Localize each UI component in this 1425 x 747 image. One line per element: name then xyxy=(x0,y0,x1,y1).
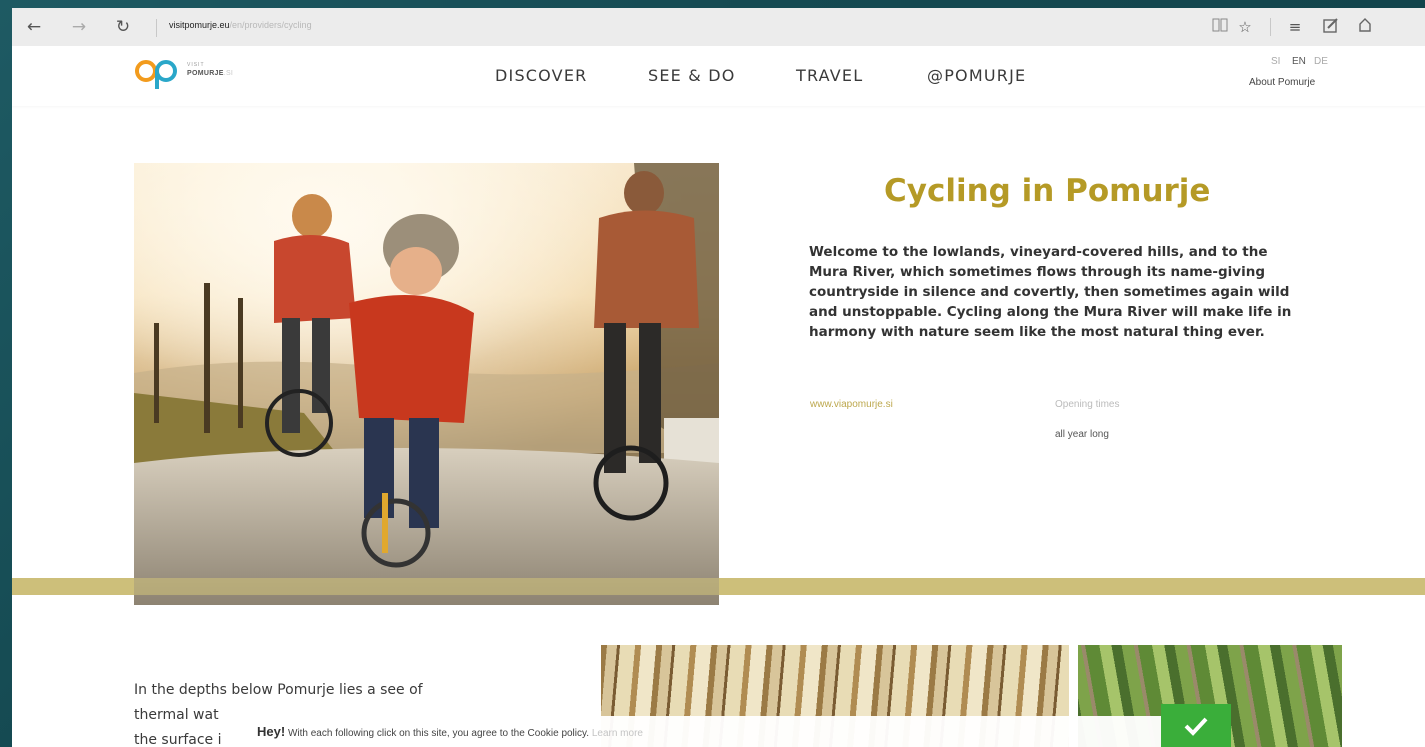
cookie-banner: Hey! With each following click on this s… xyxy=(253,716,1173,747)
address-path: /en/providers/cycling xyxy=(229,20,312,30)
browser-window: ← → ↻ visitpomurje.eu/en/providers/cycli… xyxy=(12,8,1425,747)
nav-discover[interactable]: DISCOVER xyxy=(495,66,587,85)
address-separator xyxy=(156,19,157,37)
opening-times-label: Opening times xyxy=(1055,399,1120,410)
cookie-message-text: With each following click on this site, … xyxy=(285,728,592,739)
logo-mark-icon xyxy=(135,60,177,89)
cookie-hey: Hey! xyxy=(257,724,286,739)
site-header: VISIT POMURJE.SI DISCOVER SEE & DO TRAVE… xyxy=(12,46,1425,106)
nav-see-and-do[interactable]: SEE & DO xyxy=(648,66,736,85)
lang-en[interactable]: EN xyxy=(1292,56,1306,67)
lang-si[interactable]: SI xyxy=(1271,56,1280,67)
hero-photo xyxy=(134,163,719,605)
browser-toolbar: ← → ↻ visitpomurje.eu/en/providers/cycli… xyxy=(12,8,1425,47)
cookie-message: Hey! With each following click on this s… xyxy=(257,724,643,739)
nav-pomurje[interactable]: @POMURJE xyxy=(927,66,1026,85)
page-title: Cycling in Pomurje xyxy=(884,173,1211,209)
address-bar[interactable]: visitpomurje.eu/en/providers/cycling xyxy=(169,20,312,30)
web-note-icon[interactable] xyxy=(1321,17,1341,37)
logo-small-text: VISIT xyxy=(187,62,205,68)
lower-text-line: In the depths below Pomurje lies a see o… xyxy=(134,682,423,698)
refresh-icon[interactable]: ↻ xyxy=(113,17,133,37)
favorite-star-icon[interactable]: ☆ xyxy=(1235,17,1255,37)
site-logo[interactable]: VISIT POMURJE.SI xyxy=(134,56,274,90)
reading-view-icon[interactable] xyxy=(1210,17,1230,37)
logo-text: POMURJE.SI xyxy=(187,70,233,77)
website-link[interactable]: www.viapomurje.si xyxy=(810,399,893,410)
arrow-right-icon[interactable]: → xyxy=(69,17,89,37)
opening-times-value: all year long xyxy=(1055,429,1109,440)
address-domain: visitpomurje.eu xyxy=(169,20,230,30)
share-icon[interactable] xyxy=(1355,17,1375,37)
about-pomurje-link[interactable]: About Pomurje xyxy=(1249,77,1315,88)
arrow-left-icon[interactable]: ← xyxy=(24,17,44,37)
hero-description: Welcome to the lowlands, vineyard-covere… xyxy=(809,244,1292,340)
photo-gold-overlay xyxy=(134,578,719,595)
family-cycling-illustration xyxy=(134,163,719,605)
toolbar-separator xyxy=(1270,18,1271,36)
hub-icon[interactable]: ≡ xyxy=(1285,17,1305,37)
logo-name: POMURJE xyxy=(187,70,224,77)
logo-suffix: .SI xyxy=(223,70,234,77)
cookie-learn-more-link[interactable]: Learn more xyxy=(592,728,643,739)
lang-de[interactable]: DE xyxy=(1314,56,1328,67)
checkmark-icon xyxy=(1184,717,1208,736)
cookie-accept-button[interactable] xyxy=(1161,704,1231,747)
nav-travel[interactable]: TRAVEL xyxy=(796,66,863,85)
